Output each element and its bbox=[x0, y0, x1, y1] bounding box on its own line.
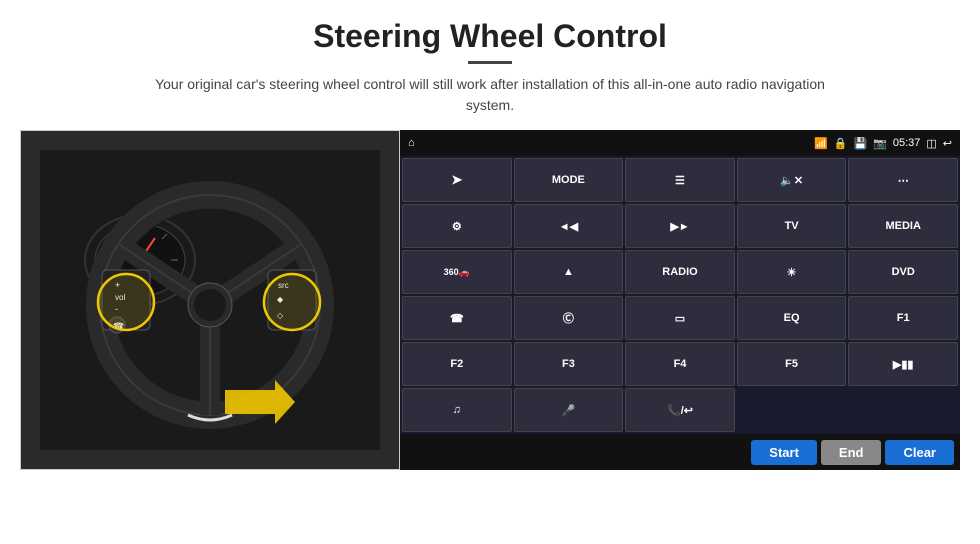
btn-call[interactable]: 📞/↩ bbox=[625, 388, 735, 432]
btn-mode[interactable]: MODE bbox=[514, 158, 624, 202]
btn-dvd[interactable]: DVD bbox=[848, 250, 958, 294]
status-left: ⌂ bbox=[408, 137, 415, 149]
end-button[interactable]: End bbox=[821, 440, 882, 465]
main-content: + vol - ☎ src ◆ ◇ bbox=[20, 130, 960, 470]
start-button[interactable]: Start bbox=[751, 440, 817, 465]
btn-f4[interactable]: F4 bbox=[625, 342, 735, 386]
btn-empty2 bbox=[848, 388, 958, 432]
btn-empty1 bbox=[737, 388, 847, 432]
btn-radio[interactable]: RADIO bbox=[625, 250, 735, 294]
btn-360[interactable]: 360🚗 bbox=[402, 250, 512, 294]
btn-nav[interactable]: ➤ bbox=[402, 158, 512, 202]
btn-settings[interactable]: ⚙ bbox=[402, 204, 512, 248]
btn-tv[interactable]: TV bbox=[737, 204, 847, 248]
lock-icon: 🔒 bbox=[834, 137, 848, 150]
btn-list[interactable]: ☰ bbox=[625, 158, 735, 202]
back-icon[interactable]: ↩ bbox=[943, 137, 952, 150]
btn-f1[interactable]: F1 bbox=[848, 296, 958, 340]
subtitle-text: Your original car's steering wheel contr… bbox=[140, 74, 840, 116]
page-title: Steering Wheel Control bbox=[313, 18, 667, 55]
wifi-icon: 📶 bbox=[814, 137, 828, 150]
btn-screen[interactable]: ▭ bbox=[625, 296, 735, 340]
btn-apps[interactable]: ⋯ bbox=[848, 158, 958, 202]
btn-music[interactable]: ♫ bbox=[402, 388, 512, 432]
btn-eject[interactable]: ▲ bbox=[514, 250, 624, 294]
page: Steering Wheel Control Your original car… bbox=[0, 0, 980, 544]
status-bar: ⌂ 📶 🔒 💾 📷 05:37 ◫ ↩ bbox=[400, 130, 960, 156]
btn-phone[interactable]: ☎ bbox=[402, 296, 512, 340]
btn-mic[interactable]: 🎤 bbox=[514, 388, 624, 432]
btn-eq[interactable]: EQ bbox=[737, 296, 847, 340]
status-right: 📶 🔒 💾 📷 05:37 ◫ ↩ bbox=[814, 137, 952, 150]
btn-brightness[interactable]: ☀ bbox=[737, 250, 847, 294]
btn-mute[interactable]: 🔈✕ bbox=[737, 158, 847, 202]
button-grid: ➤ MODE ☰ 🔈✕ ⋯ ⚙ ◄◀ ▶► TV MEDIA 360🚗 ▲ RA… bbox=[400, 156, 960, 434]
steering-wheel-image: + vol - ☎ src ◆ ◇ bbox=[20, 130, 400, 470]
home-icon[interactable]: ⌂ bbox=[408, 137, 415, 149]
btn-playpause[interactable]: ▶▮▮ bbox=[848, 342, 958, 386]
control-panel: ⌂ 📶 🔒 💾 📷 05:37 ◫ ↩ ➤ MODE ☰ 🔈✕ bbox=[400, 130, 960, 470]
title-divider bbox=[468, 61, 512, 64]
btn-prev[interactable]: ◄◀ bbox=[514, 204, 624, 248]
sd-icon: 💾 bbox=[853, 137, 867, 150]
screen-icon: ◫ bbox=[926, 137, 936, 150]
btn-next[interactable]: ▶► bbox=[625, 204, 735, 248]
btn-f3[interactable]: F3 bbox=[514, 342, 624, 386]
btn-f5[interactable]: F5 bbox=[737, 342, 847, 386]
steering-wheel-svg: + vol - ☎ src ◆ ◇ bbox=[40, 150, 380, 450]
btn-media[interactable]: MEDIA bbox=[848, 204, 958, 248]
bt-icon: 📷 bbox=[873, 137, 887, 150]
btn-f2[interactable]: F2 bbox=[402, 342, 512, 386]
bottom-bar: Start End Clear bbox=[400, 434, 960, 470]
btn-swipe[interactable]: Ⓒ bbox=[514, 296, 624, 340]
time-display: 05:37 bbox=[893, 137, 921, 149]
clear-button[interactable]: Clear bbox=[885, 440, 954, 465]
